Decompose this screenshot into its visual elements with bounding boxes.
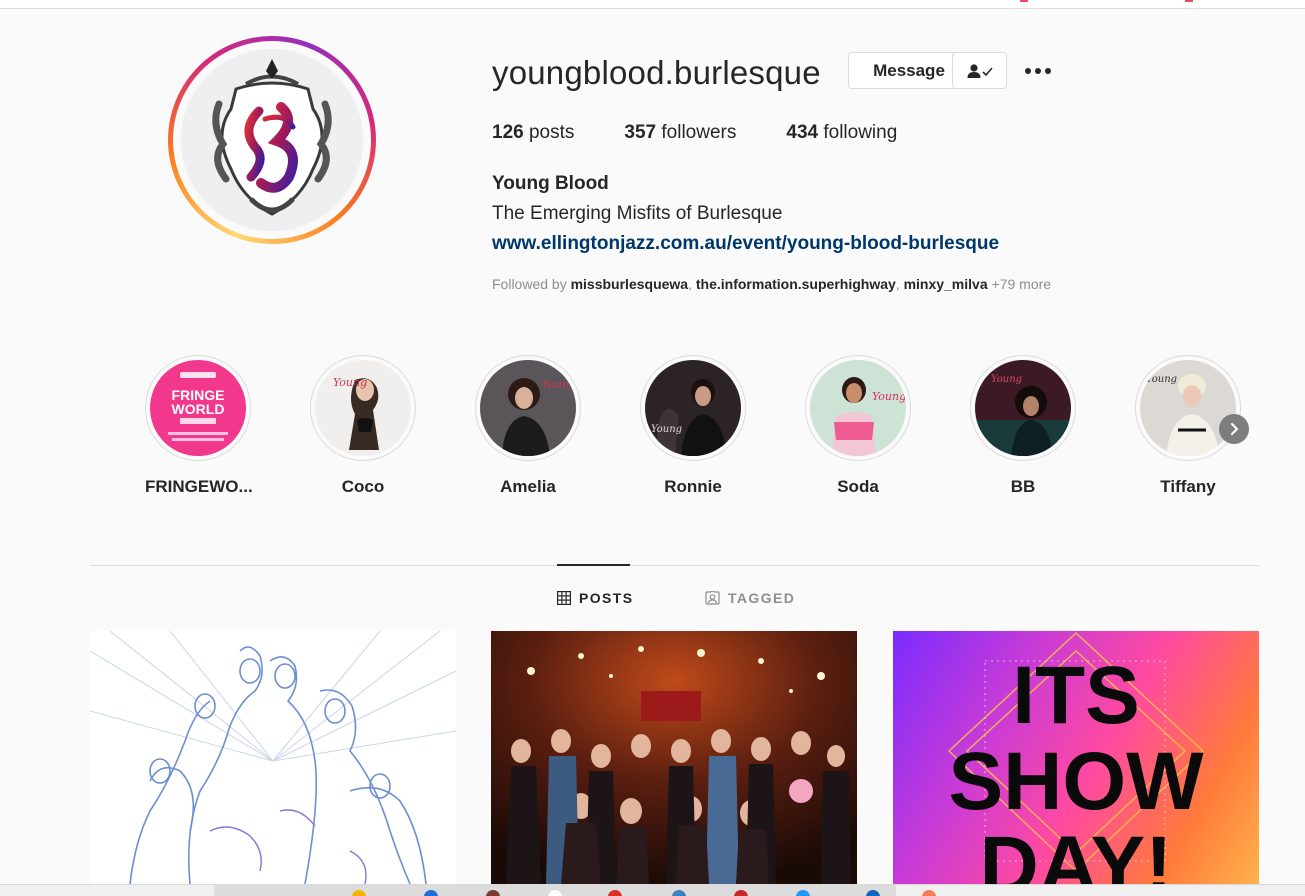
tab-posts[interactable]: POSTS [557,590,633,606]
highlight-item[interactable]: FRINGE WORLD FRINGEWO... [145,355,253,497]
profile-username: youngblood.burlesque [492,54,821,91]
followers-count: 357 [624,122,657,143]
svg-text:Young: Young [1146,374,1177,385]
follower-name[interactable]: minxy_milva [904,276,988,292]
os-taskbar [0,884,1305,896]
bb-cover: Young [975,360,1071,456]
svg-text:Young: Young [872,390,906,403]
posts-stat: 126 posts [492,122,574,144]
svg-text:Young: Young [651,424,682,435]
tagged-icon [705,591,720,605]
highlight-item[interactable]: Young Coco [310,355,416,497]
highlight-cover: Young [975,360,1071,456]
post-headline-line3: DAY! [980,820,1173,884]
highlight-label: Soda [837,477,879,496]
tiffany-cover: Young [1140,360,1236,456]
highlight-cover: FRINGE WORLD [150,360,246,456]
post-thumbnail[interactable]: ITS SHOW DAY! [893,631,1259,884]
highlight-ring: Young [475,355,581,461]
avatar-image [181,49,363,231]
grid-icon [557,591,571,605]
highlight-label: Ronnie [664,477,722,496]
amelia-cover: Young [480,360,576,456]
tab-tagged[interactable]: TAGGED [705,590,795,606]
notification-mark [1185,0,1193,2]
highlight-item[interactable]: Young Ronnie [640,355,746,497]
chevron-right-icon [1230,422,1239,436]
highlight-ring: Young [970,355,1076,461]
following-count: 434 [786,122,819,143]
followers-label: followers [661,122,737,143]
highlight-ring: FRINGE WORLD [145,355,251,461]
tabs-divider [90,565,1259,566]
fringe-badge-line2: WORLD [172,401,225,417]
avatar-border [173,41,371,239]
line-art-illustration [90,631,456,884]
posts-label: posts [528,122,575,143]
tab-tagged-label: TAGGED [728,590,796,606]
svg-text:Young: Young [333,376,367,389]
profile-stats: 126 posts 357 followers 434 following [492,122,947,144]
profile-avatar[interactable] [168,36,376,244]
more-options-button[interactable] [1020,58,1056,84]
taskbar-app-icon[interactable] [922,890,936,896]
person-check-icon [967,63,993,78]
highlight-ring: Young [310,355,416,461]
following-stat[interactable]: 434 following [786,122,897,144]
highlight-label: FRINGEWO... [145,477,253,496]
post-thumbnail[interactable] [90,631,456,884]
profile-website-link[interactable]: www.ellingtonjazz.com.au/event/young-blo… [492,233,999,255]
highlight-cover: Young [315,360,411,456]
highlight-cover: Young [480,360,576,456]
post-thumbnail[interactable] [491,631,857,884]
highlight-label: Coco [341,477,385,496]
crest-logo-icon [181,49,363,231]
show-day-graphic: ITS SHOW DAY! [947,631,1204,884]
browser-top-edge [0,0,1305,9]
highlight-cover: Young [645,360,741,456]
group-photo [491,631,857,884]
tab-posts-label: POSTS [579,590,634,606]
highlight-item[interactable]: Young Amelia [475,355,581,497]
followed-by-more[interactable]: +79 more [992,276,1052,292]
highlight-cover: Young [1140,360,1236,456]
profile-bio: The Emerging Misfits of Burlesque [492,203,783,224]
notification-mark [1020,0,1028,2]
soda-cover: Young [810,360,906,456]
follower-name[interactable]: the.information.superhighway [696,276,896,292]
svg-text:Young: Young [542,378,576,391]
highlight-item[interactable]: Young BB [970,355,1076,497]
coco-cover: Young [315,360,411,456]
post-headline-line2: SHOW [948,736,1204,827]
followed-by-prefix: Followed by [492,276,567,292]
fringe-world-cover: FRINGE WORLD [150,360,246,456]
highlight-cover: Young [810,360,906,456]
highlight-label: Tiffany [1160,477,1216,496]
active-tab-indicator [557,564,630,566]
posts-count: 126 [492,122,524,143]
following-label: following [823,122,898,143]
profile-full-name: Young Blood [492,173,609,194]
followers-stat[interactable]: 357 followers [624,122,736,144]
highlights-next-button[interactable] [1219,414,1249,444]
ronnie-cover: Young [645,360,741,456]
highlight-label: Amelia [500,477,556,496]
follower-name[interactable]: missburlesquewa [571,276,689,292]
followed-by[interactable]: Followed by missburlesquewa, the.informa… [492,276,1051,292]
highlight-ring: Young [1135,355,1241,461]
svg-text:Young: Young [991,374,1022,385]
post-headline-line1: ITS [1012,650,1140,741]
more-dots-icon [1025,68,1051,74]
highlight-ring: Young [640,355,746,461]
highlight-ring: Young [805,355,911,461]
following-button[interactable] [952,52,1007,89]
highlight-label: BB [1010,477,1036,496]
highlight-item[interactable]: Young Soda [805,355,911,497]
